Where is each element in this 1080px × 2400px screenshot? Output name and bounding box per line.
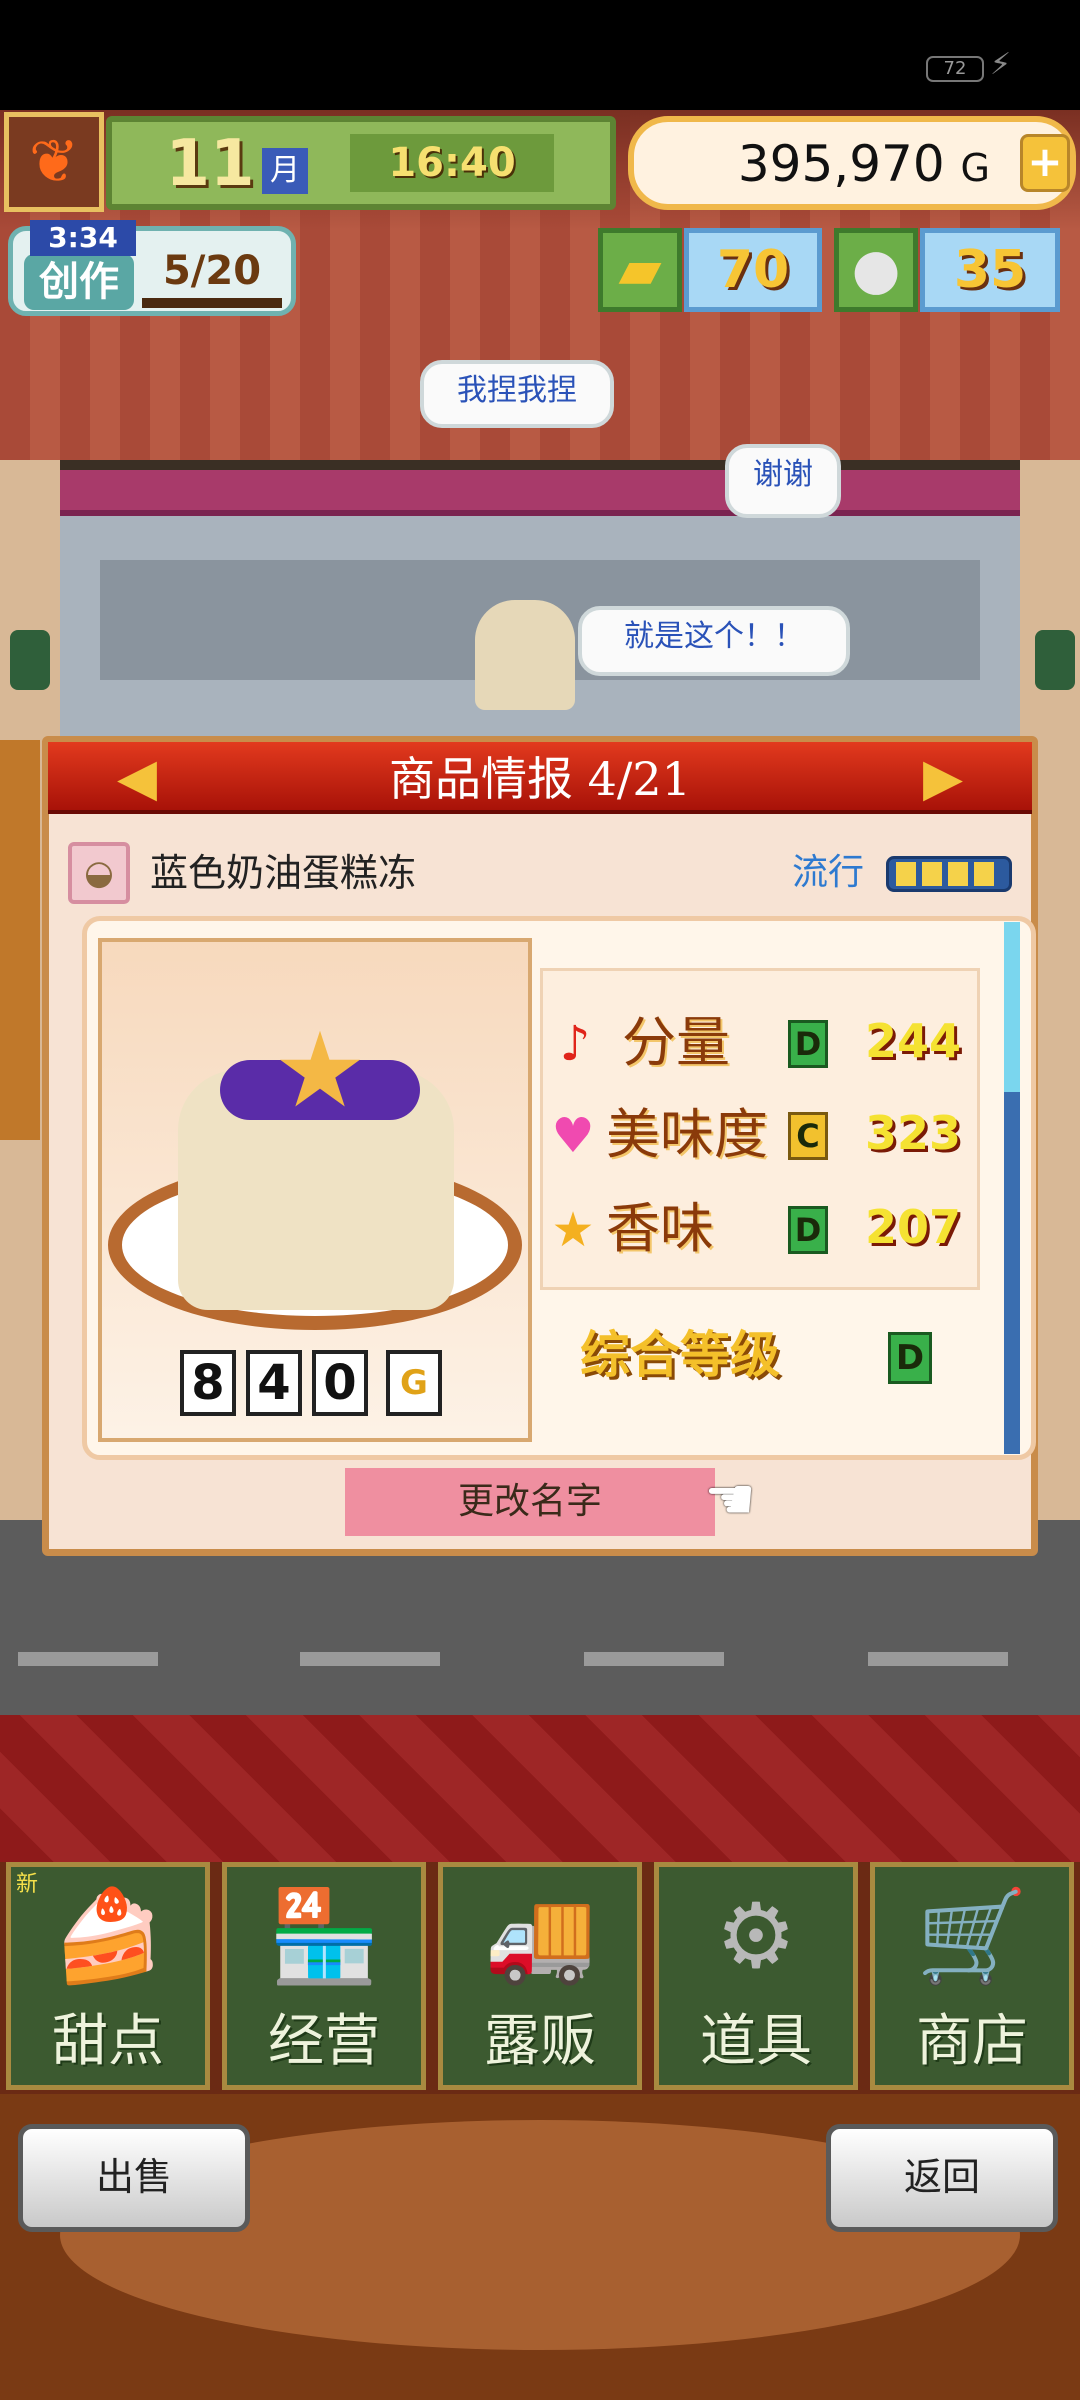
back-button[interactable]: 返回 (826, 2124, 1058, 2232)
stat-value: 244 (864, 1014, 962, 1068)
stat-value: 323 (864, 1106, 962, 1160)
gear-bag-icon: ⚙ (715, 1884, 797, 1989)
status-bar (0, 0, 1080, 110)
price-unit: G (386, 1350, 442, 1416)
sell-button[interactable]: 出售 (18, 2124, 250, 2232)
trend-segment (948, 862, 968, 886)
month-unit: 月 (262, 148, 308, 194)
trend-segment (922, 862, 942, 886)
stat-value: 207 (864, 1200, 962, 1254)
gold-bar-icon: ▰ (598, 228, 682, 312)
stat-label-aroma: 香味 (606, 1197, 714, 1260)
overall-rating-label: 综合等级 (580, 1326, 780, 1384)
gold-bar-count: 70 (684, 228, 822, 312)
next-item-arrow-icon[interactable]: ▶ (918, 748, 968, 808)
stat-label-taste: 美味度 (606, 1103, 768, 1166)
stat-grade: C (788, 1112, 828, 1160)
speech-bubble: 谢谢 (725, 444, 841, 518)
stat-grade: D (788, 1020, 828, 1068)
trend-segment (896, 862, 916, 886)
stat-label-volume: 分量 (622, 1011, 730, 1074)
game-screen: 72 ⚡ 我捏我捏 谢谢 就是这个！！ ❦ 11 月 16:40 395,970… (0, 0, 1080, 2400)
add-money-button[interactable]: + (1020, 134, 1070, 192)
lantern-icon (1035, 630, 1075, 690)
star-cookie-icon: ★ (273, 1009, 367, 1131)
month-number: 11 (165, 127, 255, 201)
stat-grade: D (788, 1206, 828, 1254)
food-truck-icon: 🚚 (483, 1884, 597, 1989)
chef-character (475, 600, 575, 710)
medal-count: 35 (920, 228, 1060, 312)
shop-icon: 🏪 (267, 1884, 381, 1989)
road-marking (300, 1652, 440, 1666)
lantern-icon (10, 630, 50, 690)
price-digit: 4 (246, 1350, 302, 1416)
autumn-tree (0, 740, 40, 1140)
prev-item-arrow-icon[interactable]: ◀ (112, 748, 162, 808)
menu-label: 露贩 (484, 2009, 596, 2074)
road-marking (868, 1652, 1008, 1666)
red-carpet (0, 1715, 1080, 1865)
star-icon: ★ (551, 1202, 595, 1258)
item-name: 蓝色奶油蛋糕冻 (150, 851, 417, 895)
cart-icon: 🛒 (915, 1884, 1029, 1989)
overall-rating-grade: D (888, 1332, 932, 1384)
menu-label: 甜点 (52, 2009, 164, 2074)
speech-bubble: 我捏我捏 (420, 360, 614, 428)
battery-indicator: 72 (926, 56, 984, 82)
speech-bubble: 就是这个！！ (578, 606, 850, 676)
menu-label: 经营 (268, 2009, 380, 2074)
price-digit: 8 (180, 1350, 236, 1416)
money-value: 395,970 G (737, 135, 990, 193)
menu-label: 道具 (700, 2009, 812, 2074)
pudding-icon: ◒ (68, 842, 130, 904)
medal-icon: ● (834, 228, 918, 312)
shop-awning (45, 470, 1035, 516)
craft-progress-bar (142, 298, 282, 308)
craft-timer: 3:34 (30, 220, 136, 256)
trend-label: 流行 (791, 852, 864, 893)
heart-icon: ♥ (551, 1108, 595, 1164)
maple-leaf-icon: ❦ (28, 127, 80, 197)
rename-button[interactable]: 更改名字 (345, 1468, 715, 1536)
currency-unit: G (960, 146, 990, 190)
craft-count: 5/20 (162, 248, 262, 294)
panel-title: 商品情报 4/21 (389, 752, 691, 806)
game-time: 16:40 (350, 134, 554, 192)
price-digit: 0 (312, 1350, 368, 1416)
music-note-icon: ♪ (559, 1016, 591, 1072)
road-marking (18, 1652, 158, 1666)
craft-label: 创作 (24, 254, 134, 310)
new-badge: 新 (16, 1872, 39, 1897)
road-marking (584, 1652, 724, 1666)
pointing-hand-icon: ☚ (704, 1465, 756, 1533)
menu-label: 商店 (916, 2009, 1028, 2074)
trend-segment (974, 862, 994, 886)
bolt-icon: ⚡ (990, 47, 1012, 82)
scrollbar-thumb[interactable] (1004, 922, 1020, 1092)
